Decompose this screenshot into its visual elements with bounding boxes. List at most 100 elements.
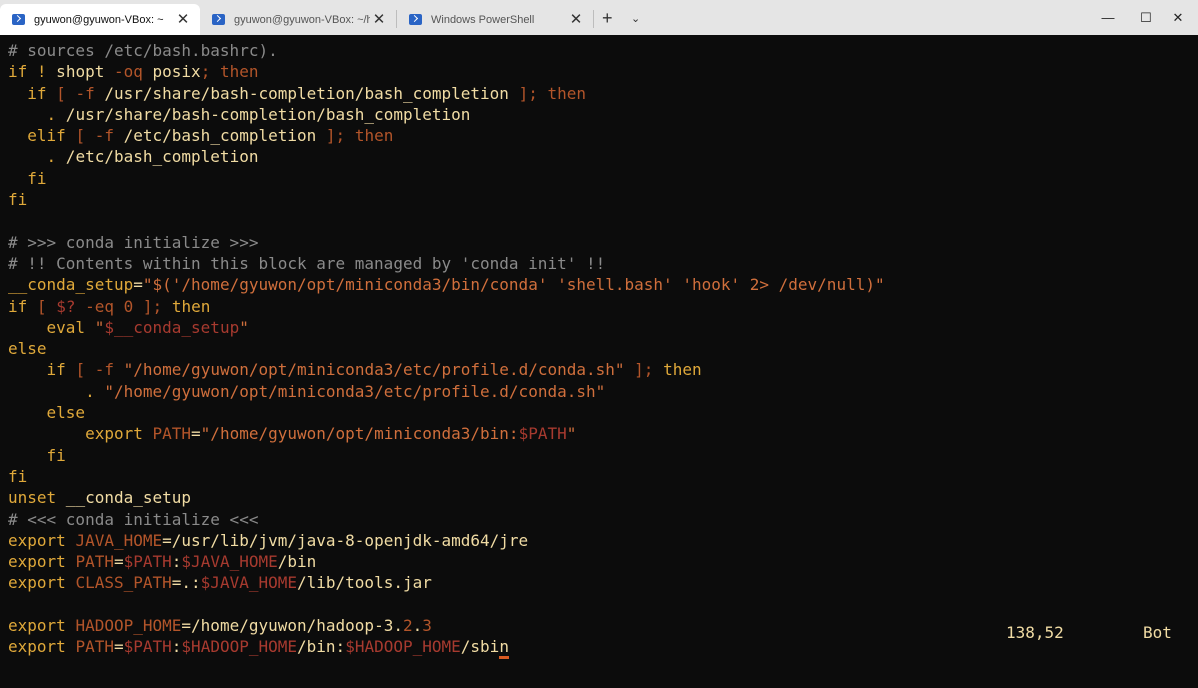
code-token: = [133, 275, 143, 295]
code-token: PATH [152, 424, 192, 444]
code-token: -f [94, 126, 114, 146]
code-token: ! [36, 62, 47, 82]
terminal-line: . /usr/share/bash-completion/bash_comple… [8, 104, 1198, 125]
code-token: -oq [113, 62, 143, 82]
terminal-line: # >>> conda initialize >>> [8, 232, 1198, 253]
code-token: : [171, 637, 182, 657]
code-token: . [46, 104, 57, 124]
code-token: then [663, 360, 702, 380]
tab-windows-powershell[interactable]: Windows PowerShell ✕ [397, 4, 593, 35]
terminal-line: if [ -f "/home/gyuwon/opt/miniconda3/etc… [8, 359, 1198, 380]
tab-close-icon[interactable]: ✕ [567, 12, 585, 27]
code-token: " [566, 424, 577, 444]
code-token: elif [27, 126, 66, 146]
code-token: /usr/share/bash-completion/bash_completi… [56, 104, 471, 124]
code-token: # sources /etc/bash.bashrc). [8, 41, 278, 60]
code-token: /sbi [460, 637, 500, 657]
terminal-line: # <<< conda initialize <<< [8, 509, 1198, 530]
code-token: "/home/gyuwon/opt/miniconda3/etc/profile… [123, 360, 625, 380]
code-token: =.: [171, 573, 201, 593]
code-token: "/home/gyuwon/opt/miniconda3/bin: [200, 424, 519, 444]
terminal-line: # !! Contents within this block are mana… [8, 253, 1198, 274]
terminal-line: if ! shopt -oq posix; then [8, 61, 1198, 82]
terminal-line: if [ $? -eq 0 ]; then [8, 296, 1198, 317]
new-tab-button[interactable]: + [602, 9, 613, 27]
terminal-line: fi [8, 168, 1198, 189]
tab-close-icon[interactable]: ✕ [370, 12, 388, 27]
code-token: $HADOOP_HOME [345, 637, 461, 657]
code-token: eval [46, 317, 86, 337]
tab-gyuwon-hadoop[interactable]: gyuwon@gyuwon-VBox: ~/ha ✕ [200, 4, 396, 35]
code-token: [ [75, 126, 86, 146]
code-token: [ [75, 360, 86, 380]
code-token: $JAVA_HOME [200, 573, 297, 593]
tab-gyuwon-home[interactable]: gyuwon@gyuwon-VBox: ~ ✕ [0, 4, 200, 35]
code-token: export [8, 637, 66, 657]
terminal-line: else [8, 338, 1198, 359]
code-token: [ [56, 83, 66, 103]
code-token: if [27, 83, 47, 103]
terminal-line: unset __conda_setup [8, 487, 1198, 508]
code-token: $PATH [518, 424, 567, 444]
terminal-line: eval "$__conda_setup" [8, 317, 1198, 338]
code-token: PATH [75, 552, 114, 572]
code-token: $__conda_setup [104, 317, 240, 337]
tab-label: gyuwon@gyuwon-VBox: ~ [34, 13, 164, 26]
code-token: shopt [46, 62, 114, 82]
code-token: = [191, 424, 201, 444]
code-token: " [239, 317, 249, 337]
code-token: fi [27, 168, 47, 188]
code-token: unset [8, 488, 57, 508]
code-token: " [94, 317, 105, 337]
code-token: "/home/gyuwon/opt/miniconda3/etc/profile… [104, 381, 606, 401]
code-token: -eq [85, 296, 114, 316]
code-token: ]; [634, 360, 654, 380]
tab-separator [593, 10, 594, 28]
code-token: = [113, 552, 124, 572]
code-token: then [171, 296, 211, 316]
tab-bar: gyuwon@gyuwon-VBox: ~ ✕ gyuwon@gyuwon-VB… [0, 0, 1198, 36]
code-token: [ [36, 296, 47, 316]
code-token: posix [142, 62, 201, 82]
tab-close-icon[interactable]: ✕ [174, 12, 192, 27]
code-token: -f [94, 360, 114, 380]
code-token: fi [46, 445, 66, 465]
code-token: ]; [325, 126, 346, 146]
terminal-output[interactable]: # sources /etc/bash.bashrc). if ! shopt -… [0, 35, 1198, 688]
code-token: . [85, 381, 95, 401]
code-token: PATH [75, 637, 114, 657]
code-token: if [8, 296, 28, 316]
code-token: then [547, 83, 586, 103]
code-token: . [412, 616, 423, 636]
code-token: $PATH [123, 552, 172, 572]
code-token: then [219, 62, 259, 82]
code-token: # >>> conda initialize >>> [8, 232, 259, 252]
code-token: /etc/bash_completion [56, 147, 259, 167]
chevron-down-icon[interactable]: ⌄ [631, 12, 640, 25]
close-window-button[interactable]: ✕ [1158, 6, 1198, 30]
code-token: $? [56, 296, 76, 316]
terminal-line: fi [8, 189, 1198, 210]
powershell-icon [12, 14, 25, 25]
code-token: ]; [142, 296, 163, 316]
minimize-button[interactable]: — [1088, 6, 1128, 30]
code-token: else [46, 403, 86, 423]
code-token: JAVA_HOME [75, 530, 163, 550]
